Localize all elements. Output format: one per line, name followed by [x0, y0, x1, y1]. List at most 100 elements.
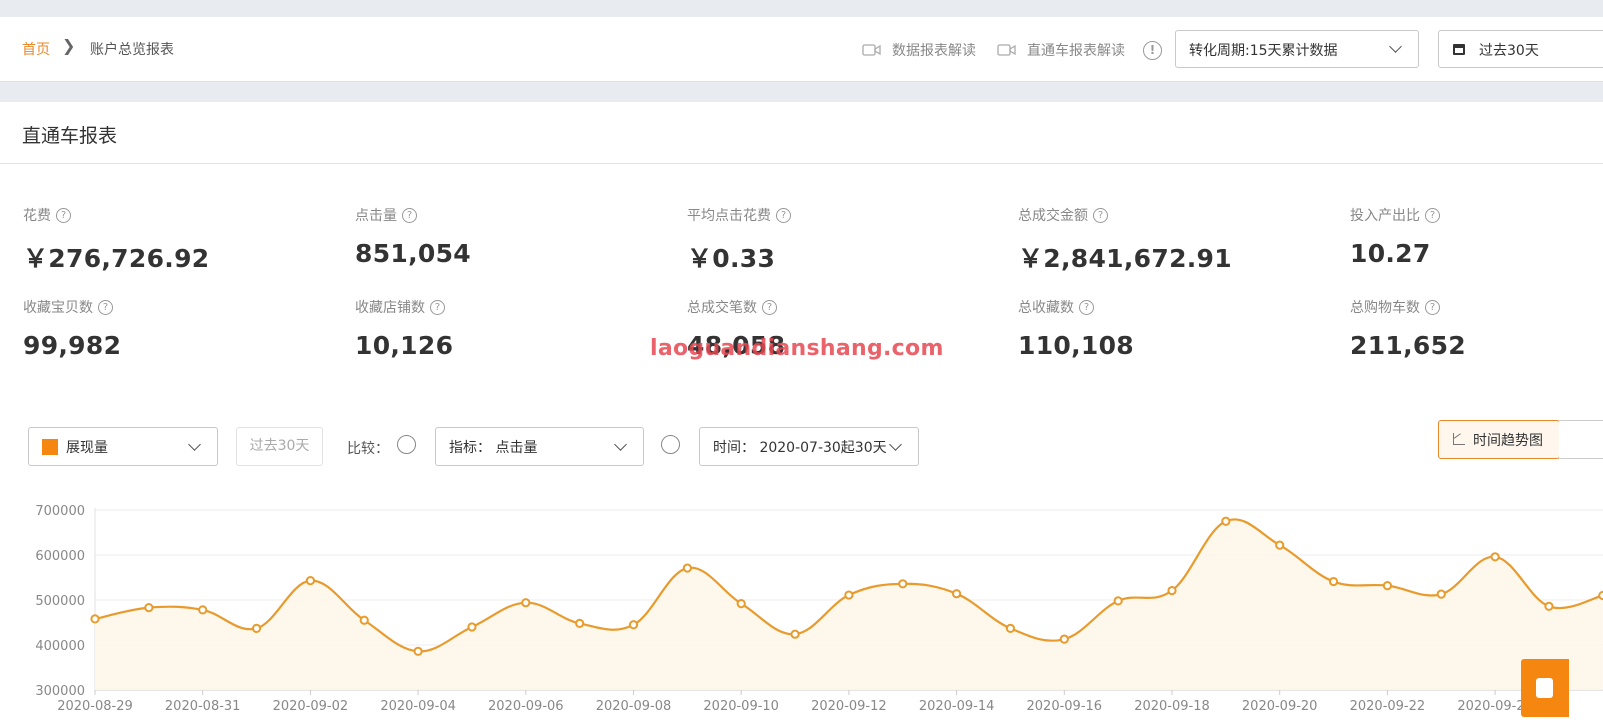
- help-icon[interactable]: ?: [402, 207, 417, 223]
- video-icon: [862, 43, 884, 57]
- help-icon[interactable]: ?: [98, 299, 113, 315]
- data-point[interactable]: [1328, 576, 1339, 587]
- watermark: laoguandianshang.com: [650, 336, 944, 361]
- x-tick-label: 2020-09-06: [488, 699, 564, 714]
- data-point[interactable]: [521, 598, 531, 608]
- data-point[interactable]: [144, 603, 154, 613]
- page-header: 首页 ❯ 账户总览报表 数据报表解读 直通车报表解读 ! 转化周期:15天累计数…: [0, 17, 1603, 82]
- data-point[interactable]: [90, 614, 100, 624]
- time-trend-label: 时间趋势图: [1473, 433, 1543, 449]
- x-tick-label: 2020-09-04: [380, 699, 456, 714]
- time-trend-button[interactable]: 时间趋势图: [1438, 420, 1560, 459]
- compare-indicator-radio[interactable]: [397, 435, 416, 454]
- chart-metric-select[interactable]: 展现量: [28, 427, 218, 466]
- metric-value: 10.27: [1350, 239, 1431, 268]
- help-icon[interactable]: ?: [430, 299, 445, 315]
- metric-value: 211,652: [1350, 331, 1466, 360]
- series-color-swatch: [42, 439, 58, 455]
- data-point[interactable]: [359, 615, 369, 625]
- data-report-guide-link[interactable]: 数据报表解读: [862, 40, 976, 60]
- conversion-cycle-select[interactable]: 转化周期:15天累计数据: [1175, 30, 1419, 68]
- data-point[interactable]: [682, 563, 692, 573]
- data-point[interactable]: [413, 646, 423, 656]
- x-tick-label: 2020-09-14: [919, 699, 995, 714]
- metric-value: ￥2,841,672.91: [1018, 244, 1232, 273]
- help-icon[interactable]: ?: [1093, 207, 1108, 223]
- trend-chart: 700000 600000 500000 400000 3000002020-08-29…: [35, 504, 1603, 714]
- compare-time-radio[interactable]: [661, 435, 680, 454]
- data-point[interactable]: [467, 622, 477, 632]
- help-icon[interactable]: ?: [56, 207, 71, 223]
- data-point[interactable]: [844, 590, 854, 600]
- time-compare-select[interactable]: 时间： 2020-07-30起30天: [699, 427, 919, 466]
- data-point[interactable]: [1005, 623, 1016, 633]
- chevron-down-icon: [1389, 40, 1402, 53]
- metric-total-cart: 总购物车数? 211,652: [1350, 297, 1603, 360]
- help-icon[interactable]: ?: [1425, 207, 1440, 223]
- y-tick-label: 300000: [35, 684, 85, 699]
- express-report-guide-link[interactable]: 直通车报表解读: [997, 40, 1125, 60]
- chevron-down-icon: [889, 438, 902, 451]
- data-report-guide-label: 数据报表解读: [892, 43, 976, 59]
- x-tick-label: 2020-09-16: [1027, 699, 1103, 714]
- y-tick-label: 700000: [35, 504, 85, 519]
- help-icon[interactable]: ?: [776, 207, 791, 223]
- metric-avg-cpc: 平均点击花费? ￥0.33: [687, 205, 987, 275]
- series-area: [95, 519, 1603, 690]
- data-point[interactable]: [790, 629, 800, 639]
- metric-value: 10,126: [355, 331, 454, 360]
- data-point[interactable]: [898, 579, 908, 589]
- x-tick-label: 2020-09-10: [703, 699, 779, 714]
- data-point[interactable]: [952, 589, 962, 599]
- past-30-days-button[interactable]: 过去30天: [236, 427, 323, 466]
- data-point[interactable]: [305, 576, 315, 586]
- data-point[interactable]: [736, 599, 746, 609]
- date-range-value: 过去30天: [1479, 43, 1539, 59]
- metric-value: ￥0.33: [687, 244, 776, 273]
- x-tick-label: 2020-09-08: [596, 699, 672, 714]
- metric-label: 总购物车数: [1350, 300, 1420, 316]
- data-point[interactable]: [1113, 596, 1123, 606]
- compare-label: 比较：: [347, 441, 389, 457]
- data-point[interactable]: [1490, 552, 1500, 562]
- metric-label: 平均点击花费: [687, 208, 771, 224]
- info-icon[interactable]: !: [1143, 41, 1162, 60]
- data-point[interactable]: [1221, 516, 1231, 526]
- data-point[interactable]: [1544, 601, 1554, 611]
- chevron-right-icon: ❯: [62, 36, 76, 55]
- metric-label: 投入产出比: [1350, 208, 1420, 224]
- data-point[interactable]: [1382, 581, 1393, 591]
- data-point[interactable]: [1598, 590, 1603, 601]
- data-point[interactable]: [1167, 585, 1177, 596]
- help-icon[interactable]: ?: [1079, 299, 1094, 315]
- help-icon[interactable]: ?: [1425, 299, 1440, 315]
- y-tick-label: 500000: [35, 594, 85, 609]
- x-tick-label: 2020-09-20: [1242, 699, 1318, 714]
- breadcrumb-home[interactable]: 首页: [22, 39, 50, 59]
- metric-label: 花费: [23, 208, 51, 224]
- conversion-cycle-value: 转化周期:15天累计数据: [1189, 43, 1338, 59]
- indicator-select[interactable]: 指标： 点击量: [435, 427, 644, 466]
- floating-feedback-button[interactable]: [1521, 659, 1569, 717]
- help-icon[interactable]: ?: [762, 299, 777, 315]
- data-point[interactable]: [575, 618, 585, 628]
- top-strip: [0, 0, 1603, 17]
- section-gap: [0, 83, 1603, 102]
- metric-label: 收藏宝贝数: [23, 300, 93, 316]
- data-point[interactable]: [628, 620, 639, 630]
- metric-value: 99,982: [23, 331, 122, 360]
- data-point[interactable]: [1059, 634, 1069, 644]
- data-point[interactable]: [198, 605, 208, 615]
- data-point[interactable]: [1275, 540, 1285, 550]
- chart-metric-value: 展现量: [66, 440, 108, 456]
- data-point[interactable]: [251, 623, 262, 633]
- chevron-down-icon: [614, 438, 627, 451]
- date-range-select[interactable]: 过去30天: [1438, 30, 1603, 68]
- metric-label: 总收藏数: [1018, 300, 1074, 316]
- express-report-guide-label: 直通车报表解读: [1027, 43, 1125, 59]
- x-tick-label: 2020-09-18: [1134, 699, 1210, 714]
- report-panel: 直通车报表 花费? ￥276,726.92 点击量? 851,054 平均点击花…: [0, 102, 1603, 723]
- view-toggle-button[interactable]: [1559, 420, 1603, 459]
- data-point[interactable]: [1436, 589, 1446, 599]
- breadcrumb-current: 账户总览报表: [90, 42, 174, 58]
